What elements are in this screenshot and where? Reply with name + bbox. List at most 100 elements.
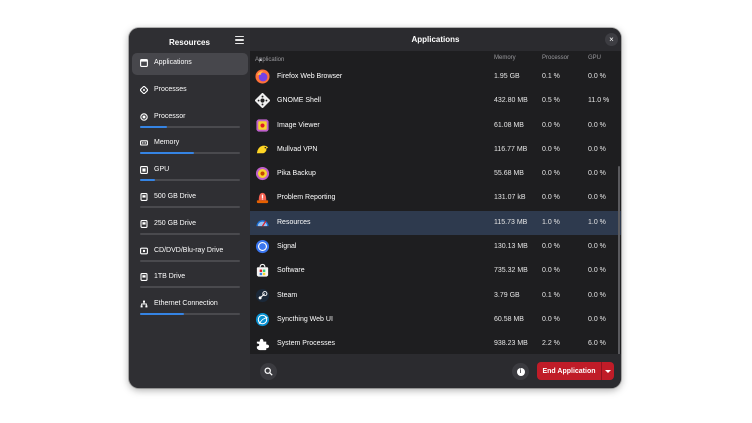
- column-header-gpu[interactable]: GPU: [588, 55, 601, 61]
- gpu-icon: [140, 166, 148, 175]
- processor-icon: [140, 112, 148, 121]
- app-name: Syncthing Web UI: [277, 315, 333, 323]
- app-name: Mullvad VPN: [277, 145, 318, 153]
- memory-usage-bar: [140, 152, 240, 155]
- gpu-cell: 0.0 %: [588, 291, 606, 299]
- sidebar-item-label: Ethernet Connection: [154, 300, 218, 308]
- search-icon: [264, 367, 273, 376]
- sidebar-item-ethernet[interactable]: Ethernet Connection: [132, 294, 248, 316]
- memory-cell: 60.58 MB: [494, 315, 524, 323]
- main-header: Applications ×: [250, 28, 621, 51]
- gpu-cell: 0.0 %: [588, 170, 606, 178]
- table-row[interactable]: Syncthing Web UI 60.58 MB 0.0 % 0.0 %: [250, 308, 621, 332]
- processor-cell: 0.0 %: [542, 121, 560, 129]
- memory-cell: 115.73 MB: [494, 218, 528, 226]
- software-icon: [256, 264, 269, 277]
- close-button[interactable]: ×: [605, 33, 618, 46]
- drive-usage-bar: [140, 205, 240, 208]
- app-name: System Processes: [277, 340, 335, 348]
- gnome-shell-icon: [255, 93, 270, 109]
- memory-cell: 3.79 GB: [494, 291, 520, 299]
- problem-reporting-icon: [256, 193, 269, 204]
- gpu-cell: 6.0 %: [588, 340, 606, 348]
- app-name: Software: [277, 267, 305, 275]
- sidebar-item-label: Memory: [154, 139, 180, 147]
- end-application-button[interactable]: End Application: [537, 362, 614, 380]
- gpu-cell: 0.0 %: [588, 145, 606, 153]
- table-row[interactable]: System Processes 938.23 MB 2.2 % 6.0 %: [250, 332, 621, 356]
- usage-fill: [140, 152, 194, 155]
- processor-cell: 0.0 %: [542, 194, 560, 202]
- scrollbar[interactable]: [618, 166, 620, 356]
- app-name: Pika Backup: [277, 170, 316, 178]
- sidebar-item-applications[interactable]: Applications: [132, 53, 248, 75]
- usage-fill: [140, 313, 184, 316]
- sidebar-nav: Applications Processes Processor Memory …: [132, 53, 248, 321]
- sidebar-item-processes[interactable]: Processes: [132, 80, 248, 102]
- sidebar-item-label: 500 GB Drive: [154, 192, 197, 200]
- search-button[interactable]: [260, 363, 277, 380]
- table-row[interactable]: Mullvad VPN 116.77 MB 0.0 % 0.0 %: [250, 138, 621, 162]
- drive-usage-bar: [140, 286, 240, 289]
- system-processes-icon: [256, 339, 270, 351]
- sidebar: Resources Applications Processes Process…: [129, 28, 250, 388]
- drive-usage-bar: [140, 232, 240, 235]
- bottom-bar: i End Application: [250, 354, 621, 388]
- memory-cell: 1.95 GB: [494, 73, 520, 80]
- app-name: Resources: [277, 218, 311, 226]
- processor-cell: 0.5 %: [542, 97, 560, 105]
- drive-icon: [140, 247, 148, 254]
- gpu-cell: 0.0 %: [588, 243, 606, 251]
- sidebar-item-1tb-drive[interactable]: 1TB Drive: [132, 267, 248, 289]
- gpu-cell: 1.0 %: [588, 218, 606, 226]
- firefox-icon: [255, 69, 270, 84]
- processor-cell: 0.0 %: [542, 315, 560, 323]
- processes-icon: [140, 85, 148, 94]
- table-row[interactable]: Firefox Web Browser 1.95 GB 0.1 % 0.0 %: [250, 65, 621, 89]
- sidebar-item-500gb-drive[interactable]: 500 GB Drive: [132, 187, 248, 209]
- table-row[interactable]: Image Viewer 61.08 MB 0.0 % 0.0 %: [250, 114, 621, 138]
- gpu-cell: 11.0 %: [588, 97, 610, 105]
- app-name: GNOME Shell: [277, 97, 321, 105]
- column-header-processor[interactable]: Processor: [542, 55, 569, 61]
- gpu-cell: 0.0 %: [588, 73, 606, 80]
- processor-cell: 0.0 %: [542, 145, 560, 153]
- table-row[interactable]: GNOME Shell 432.80 MB 0.5 % 11.0 %: [250, 89, 621, 113]
- app-name: Problem Reporting: [277, 194, 336, 202]
- usage-fill: [140, 179, 155, 182]
- info-button[interactable]: i: [512, 363, 529, 380]
- sidebar-item-memory[interactable]: Memory: [132, 133, 248, 155]
- info-icon: i: [516, 367, 525, 376]
- signal-icon: [255, 240, 270, 254]
- sidebar-item-label: GPU: [154, 166, 170, 174]
- processor-cell: 0.0 %: [542, 170, 560, 178]
- processor-cell: 0.0 %: [542, 267, 560, 275]
- processor-cell: 0.1 %: [542, 291, 560, 299]
- table-row[interactable]: Signal 130.13 MB 0.0 % 0.0 %: [250, 235, 621, 259]
- syncthing-icon: [255, 312, 270, 327]
- window-icon: [140, 59, 148, 67]
- sort-ascending-icon: ▲: [258, 57, 263, 63]
- memory-cell: 130.13 MB: [494, 243, 528, 251]
- gpu-cell: 0.0 %: [588, 194, 606, 202]
- end-application-label: End Application: [542, 367, 596, 375]
- hamburger-menu-icon[interactable]: [235, 36, 244, 44]
- sidebar-item-gpu[interactable]: GPU: [132, 160, 248, 182]
- memory-cell: 61.08 MB: [494, 121, 524, 129]
- network-icon: [140, 300, 148, 308]
- mullvad-icon: [256, 145, 269, 154]
- sidebar-item-250gb-drive[interactable]: 250 GB Drive: [132, 214, 248, 236]
- sidebar-item-processor[interactable]: Processor: [132, 107, 248, 129]
- app-name: Steam: [277, 291, 298, 299]
- usage-fill: [140, 125, 167, 128]
- column-header-memory[interactable]: Memory: [494, 55, 516, 61]
- memory-icon: [140, 140, 148, 146]
- sidebar-item-label: Processes: [154, 85, 187, 93]
- sidebar-item-optical-drive[interactable]: CD/DVD/Blu-ray Drive: [132, 241, 248, 263]
- table-row[interactable]: Pika Backup 55.68 MB 0.0 % 0.0 %: [250, 162, 621, 186]
- table-row[interactable]: Problem Reporting 131.07 kB 0.0 % 0.0 %: [250, 186, 621, 210]
- table-row[interactable]: Resources 115.73 MB 1.0 % 1.0 %: [250, 210, 621, 236]
- chevron-down-icon[interactable]: [601, 362, 614, 380]
- table-row[interactable]: Software 735.32 MB 0.0 % 0.0 %: [250, 259, 621, 283]
- table-row[interactable]: Steam 3.79 GB 0.1 % 0.0 %: [250, 284, 621, 308]
